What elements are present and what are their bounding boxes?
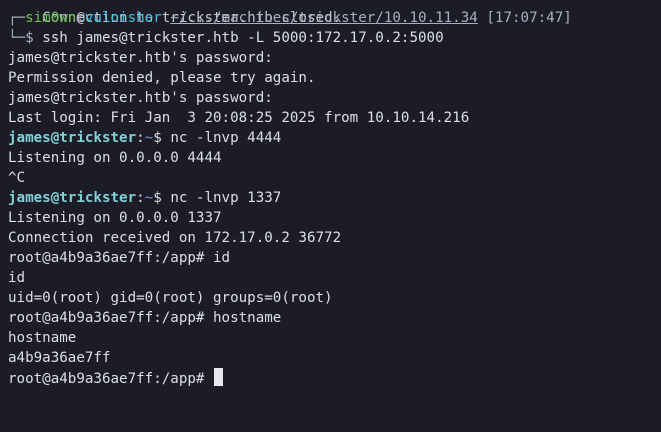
command-text: ssh james@trickster.htb -L 5000:172.17.0…	[42, 30, 444, 46]
output-text: Listening on 0.0.0.0 1337	[8, 210, 222, 226]
prompt-dir: ~	[144, 130, 154, 146]
terminal-line: id	[8, 268, 661, 288]
terminal-line: james@trickster.htb's password:	[8, 48, 661, 68]
terminal-line: Connection received on 172.17.0.2 36772	[8, 228, 661, 248]
prompt-path: ~/.../machines/trickster/10.10.11.34	[170, 10, 478, 26]
command-text: id	[213, 250, 231, 266]
root-prompt: root@a4b9a36ae7ff:/app#	[8, 310, 205, 326]
terminal-line: Last login: Fri Jan 3 20:08:25 2025 from…	[8, 108, 661, 128]
prompt-symbol: $	[153, 190, 162, 206]
output-text: a4b9a36ae7ff	[8, 350, 111, 366]
prompt-separator: :	[136, 190, 145, 206]
prompt-user-host: james@trickster	[8, 190, 137, 206]
terminal-line: ^C	[8, 168, 661, 188]
active-prompt-line[interactable]: root@a4b9a36ae7ff:/app#	[8, 368, 661, 388]
prompt-symbol: $	[153, 130, 162, 146]
terminal-line: hostname	[8, 328, 661, 348]
root-prompt-line: root@a4b9a36ae7ff:/app# hostname	[8, 308, 661, 328]
terminal-line: Listening on 0.0.0.0 1337	[8, 208, 661, 228]
output-text: ^C	[8, 170, 26, 186]
terminal-window[interactable]: Connection to trickster.htb closed. ┌─si…	[8, 0, 661, 432]
root-prompt: root@a4b9a36ae7ff:/app#	[8, 371, 205, 387]
prompt-symbol: $	[25, 30, 34, 46]
command-text: nc -lnvp 1337	[170, 190, 282, 206]
output-text: Listening on 0.0.0.0 4444	[8, 150, 222, 166]
prompt-header-line: ┌─sim0wn@vulnisher ~/.../machines/tricks…	[8, 8, 661, 28]
terminal-line: Listening on 0.0.0.0 4444	[8, 148, 661, 168]
command-text: nc -lnvp 4444	[170, 130, 282, 146]
root-prompt: root@a4b9a36ae7ff:/app#	[8, 250, 205, 266]
terminal-line: Connection to trickster.htb closed.	[8, 0, 661, 26]
terminal-line: uid=0(root) gid=0(root) groups=0(root)	[8, 288, 661, 308]
output-text: Connection received on 172.17.0.2 36772	[8, 230, 342, 246]
prompt-time: [17:07:47]	[486, 10, 572, 26]
terminal-line: Permission denied, please try again.	[8, 68, 661, 88]
prompt-dir: ~	[144, 190, 154, 206]
command-text: hostname	[213, 310, 282, 326]
prompt-host: vulnisher	[84, 10, 162, 26]
terminal-line: james@trickster.htb's password:	[8, 88, 661, 108]
output-text: hostname	[8, 330, 77, 346]
text-cursor[interactable]	[214, 368, 224, 386]
prompt-at: @	[76, 10, 85, 26]
prompt-user-host: james@trickster	[8, 130, 137, 146]
prompt-corner-bottom: └─	[8, 30, 26, 46]
prompt-user: sim0wn	[25, 10, 77, 26]
terminal-line: a4b9a36ae7ff	[8, 348, 661, 368]
output-text: james@trickster.htb's password:	[8, 50, 273, 66]
output-text: uid=0(root) gid=0(root) groups=0(root)	[8, 290, 333, 306]
output-text: Permission denied, please try again.	[8, 70, 316, 86]
prompt-separator: :	[136, 130, 145, 146]
output-text: Last login: Fri Jan 3 20:08:25 2025 from…	[8, 110, 470, 126]
prompt-command-line: └─$ ssh james@trickster.htb -L 5000:172.…	[8, 28, 661, 48]
prompt-line: james@trickster:~$ nc -lnvp 1337	[8, 188, 661, 208]
prompt-corner-top: ┌─	[8, 10, 26, 26]
prompt-line: james@trickster:~$ nc -lnvp 4444	[8, 128, 661, 148]
output-text: id	[8, 270, 26, 286]
output-text: james@trickster.htb's password:	[8, 90, 273, 106]
root-prompt-line: root@a4b9a36ae7ff:/app# id	[8, 248, 661, 268]
